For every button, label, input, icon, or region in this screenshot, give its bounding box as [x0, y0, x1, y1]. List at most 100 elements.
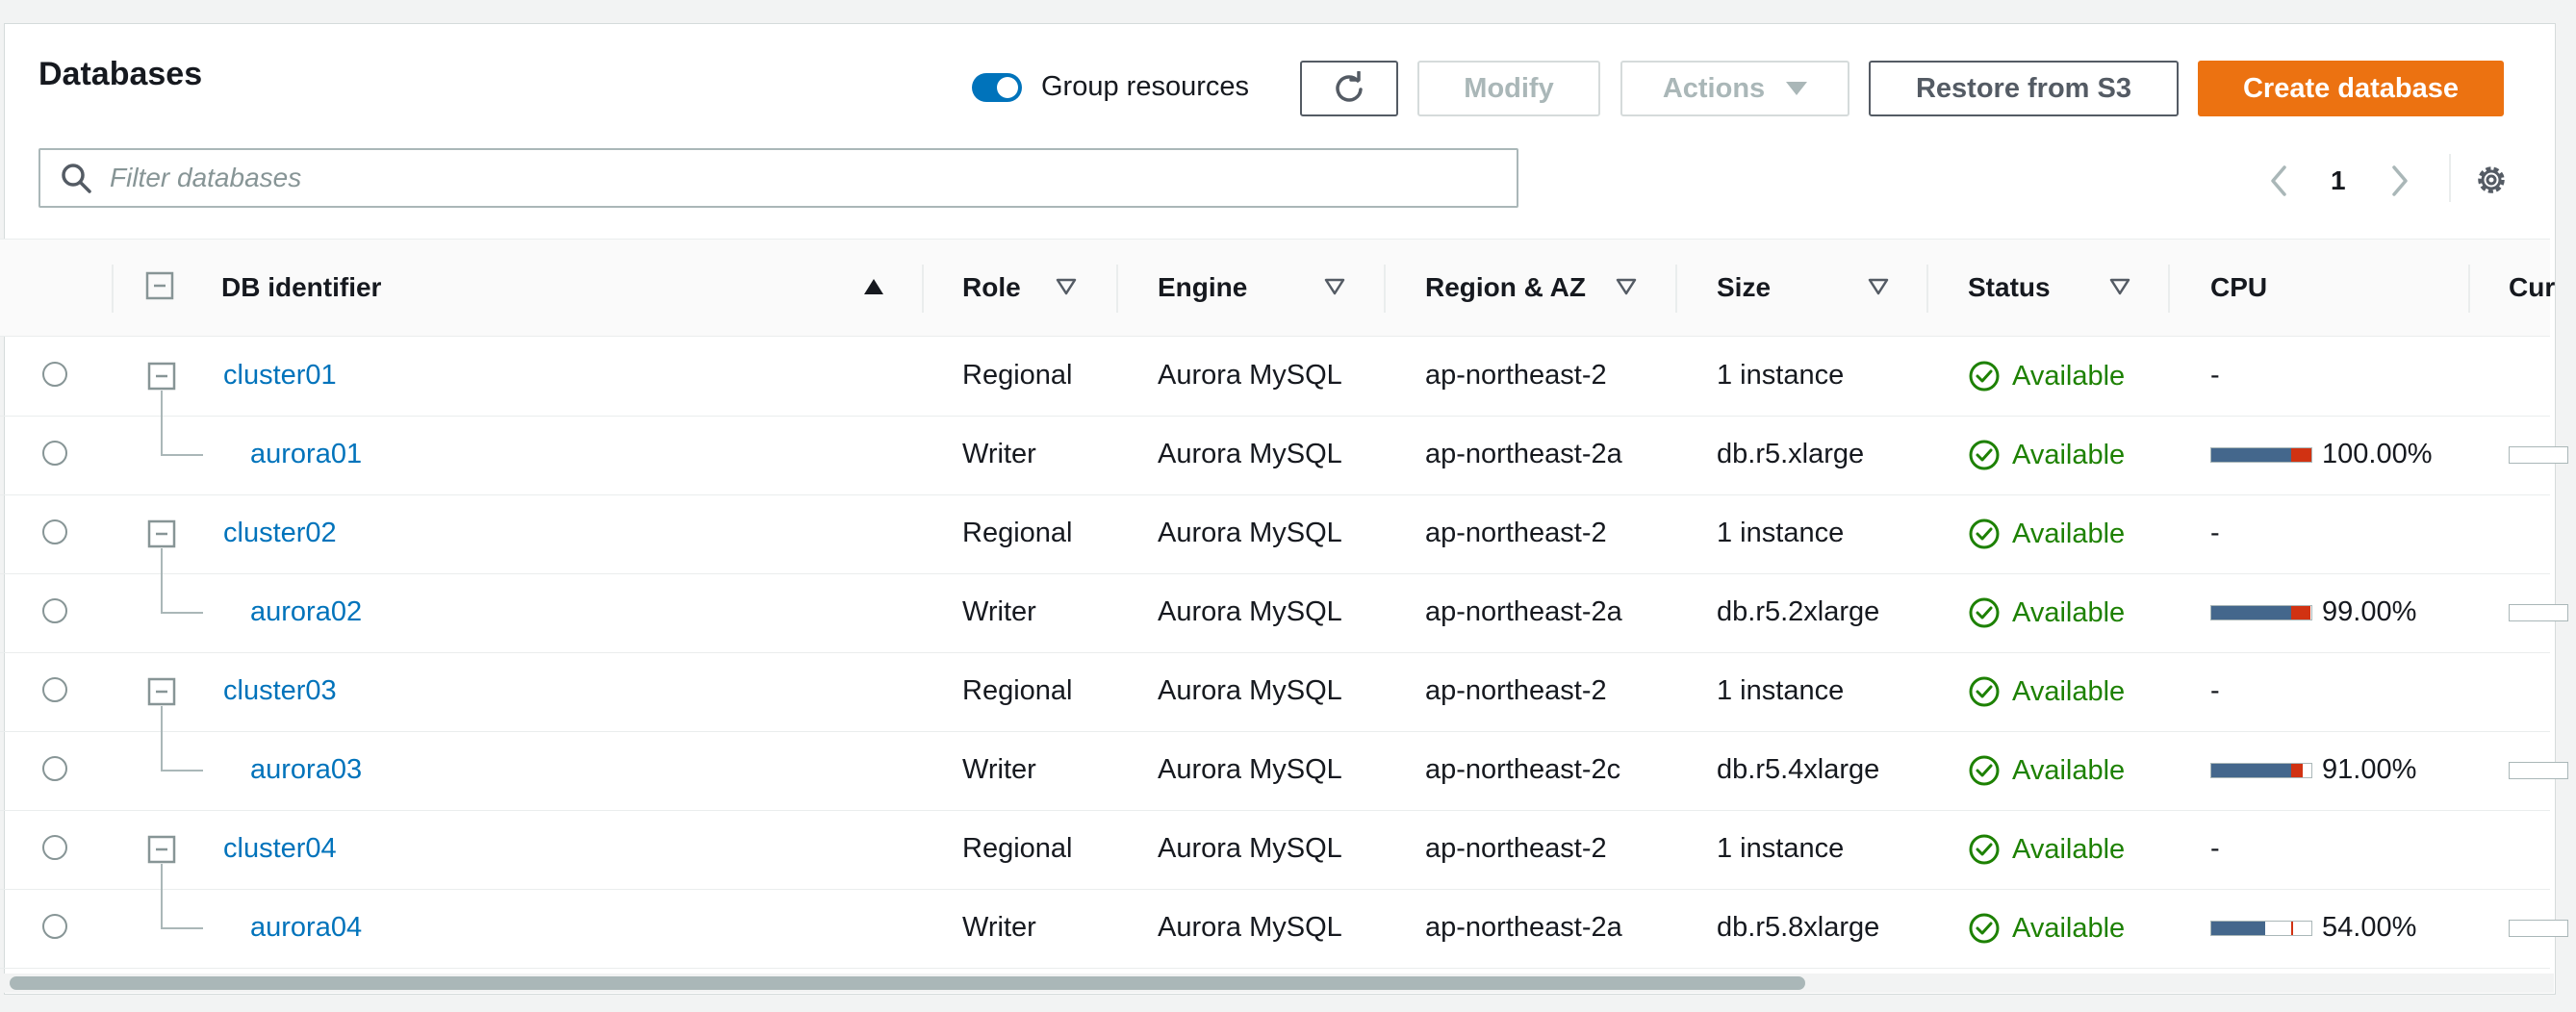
cpu-cell: 54.00% — [2210, 912, 2416, 944]
column-role[interactable]: Role — [962, 272, 1021, 303]
page-title: Databases — [38, 56, 203, 92]
tree-line — [161, 612, 203, 614]
size-cell: 1 instance — [1717, 360, 1845, 391]
status-cell: Available — [1968, 439, 2125, 471]
column-region-az[interactable]: Region & AZ — [1425, 272, 1586, 303]
chevron-left-icon[interactable] — [2265, 164, 2292, 198]
table-row[interactable]: cluster02 Regional Aurora MySQL ap-northeas… — [0, 494, 2550, 574]
sort-ascending-icon[interactable] — [862, 277, 885, 296]
size-cell: db.r5.2xlarge — [1717, 596, 1880, 627]
tree-line — [161, 391, 163, 416]
tree-line — [161, 864, 163, 889]
cpu-bar — [2210, 762, 2312, 778]
engine-cell: Aurora MySQL — [1158, 833, 1342, 864]
tree-line — [161, 706, 163, 731]
column-status[interactable]: Status — [1968, 272, 2051, 303]
table-row[interactable]: aurora04 Writer Aurora MySQL ap-northeast-2… — [0, 889, 2568, 969]
region-cell: ap-northeast-2a — [1425, 912, 1622, 943]
scrollbar-thumb[interactable] — [10, 976, 1805, 990]
db-identifier-link[interactable]: aurora03 — [250, 754, 362, 786]
size-cell: 1 instance — [1717, 833, 1845, 864]
cpu-bar-threshold — [2291, 763, 2303, 777]
column-cpu[interactable]: CPU — [2210, 272, 2267, 303]
sort-icon[interactable] — [1615, 277, 1638, 296]
role-cell: Writer — [962, 754, 1036, 785]
status-label: Available — [2012, 833, 2126, 865]
status-cell: Available — [1968, 596, 2125, 629]
row-select-radio[interactable] — [42, 756, 67, 781]
tree-line — [161, 927, 203, 929]
sort-icon[interactable] — [1867, 277, 1890, 296]
restore-label: Restore from S3 — [1915, 72, 2131, 104]
status-label: Available — [2012, 754, 2126, 786]
table-row[interactable]: aurora02 Writer Aurora MySQL ap-northeast-2… — [0, 573, 2568, 653]
tree-line — [161, 416, 163, 456]
group-resources-toggle[interactable]: Group resources — [972, 71, 1249, 103]
table-row[interactable]: aurora03 Writer Aurora MySQL ap-northeast-2… — [0, 731, 2568, 811]
status-check-icon — [1969, 834, 2000, 865]
column-engine[interactable]: Engine — [1158, 272, 1247, 303]
modify-label: Modify — [1464, 72, 1554, 104]
collapse-icon[interactable] — [147, 519, 176, 548]
db-identifier-link[interactable]: cluster04 — [223, 833, 337, 865]
chevron-right-icon[interactable] — [2386, 164, 2413, 198]
table-row[interactable]: cluster01 Regional Aurora MySQL ap-northeas… — [0, 337, 2550, 417]
sort-icon[interactable] — [2108, 277, 2131, 296]
restore-from-s3-button[interactable]: Restore from S3 — [1869, 61, 2179, 116]
column-db-identifier[interactable]: DB identifier — [221, 272, 381, 303]
status-check-icon — [1969, 913, 2000, 944]
tree-line — [161, 548, 163, 573]
row-select-radio[interactable] — [42, 598, 67, 623]
column-current[interactable]: Cur — [2509, 272, 2555, 303]
sort-icon[interactable] — [1055, 277, 1078, 296]
current-activity-bar — [2509, 920, 2568, 937]
row-select-radio[interactable] — [42, 677, 67, 702]
collapse-icon[interactable] — [147, 677, 176, 706]
tree-line — [161, 573, 163, 614]
cpu-bar-threshold — [2291, 447, 2311, 462]
collapse-icon[interactable] — [145, 271, 174, 300]
row-select-radio[interactable] — [42, 835, 67, 860]
db-identifier-link[interactable]: cluster03 — [223, 675, 337, 707]
db-identifier-link[interactable]: aurora01 — [250, 439, 362, 470]
table-header: DB identifier Role Engine Region & AZ Si… — [0, 239, 2555, 337]
engine-cell: Aurora MySQL — [1158, 675, 1342, 706]
db-identifier-link[interactable]: cluster02 — [223, 518, 337, 549]
filter-databases-input[interactable] — [108, 162, 1459, 194]
row-select-radio[interactable] — [42, 914, 67, 939]
cpu-bar — [2210, 604, 2312, 620]
table-row[interactable]: cluster04 Regional Aurora MySQL ap-northeas… — [0, 810, 2550, 890]
size-cell: db.r5.4xlarge — [1717, 754, 1880, 785]
row-select-radio[interactable] — [42, 519, 67, 544]
refresh-button[interactable] — [1300, 61, 1398, 116]
db-identifier-link[interactable]: aurora02 — [250, 596, 362, 628]
engine-cell: Aurora MySQL — [1158, 360, 1342, 391]
role-cell: Regional — [962, 360, 1073, 391]
row-select-radio[interactable] — [42, 362, 67, 387]
table-row[interactable]: aurora01 Writer Aurora MySQL ap-northeast-2… — [0, 416, 2568, 495]
engine-cell: Aurora MySQL — [1158, 912, 1342, 943]
create-database-button[interactable]: Create database — [2198, 61, 2504, 116]
role-cell: Writer — [962, 439, 1036, 469]
toggle-switch[interactable] — [972, 72, 1022, 102]
db-identifier-link[interactable]: cluster01 — [223, 360, 337, 392]
role-cell: Regional — [962, 518, 1073, 548]
actions-button[interactable]: Actions — [1620, 61, 1849, 116]
status-check-icon — [1969, 361, 2000, 392]
collapse-icon[interactable] — [147, 362, 176, 391]
sort-icon[interactable] — [1323, 277, 1346, 296]
collapse-icon[interactable] — [147, 835, 176, 864]
status-cell: Available — [1968, 518, 2125, 550]
create-label: Create database — [2242, 72, 2460, 104]
size-cell: 1 instance — [1717, 518, 1845, 548]
column-size[interactable]: Size — [1717, 272, 1771, 303]
modify-button[interactable]: Modify — [1417, 61, 1600, 116]
db-identifier-link[interactable]: aurora04 — [250, 912, 362, 944]
gear-icon[interactable] — [2473, 162, 2510, 198]
table-row[interactable]: cluster03 Regional Aurora MySQL ap-northeas… — [0, 652, 2550, 732]
refresh-icon — [1336, 71, 1363, 102]
region-cell: ap-northeast-2a — [1425, 439, 1622, 469]
role-cell: Writer — [962, 912, 1036, 943]
row-select-radio[interactable] — [42, 441, 67, 466]
page-number[interactable]: 1 — [2331, 165, 2346, 196]
